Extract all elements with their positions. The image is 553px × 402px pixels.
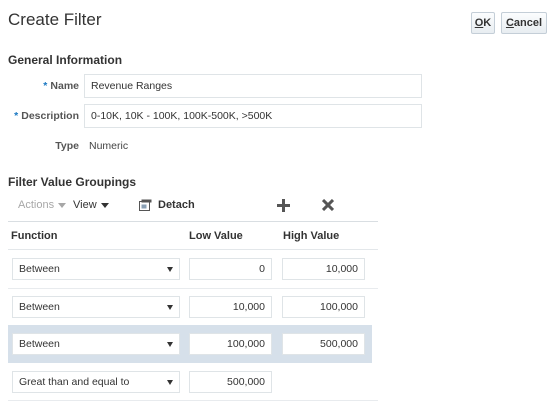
view-chevron-down-icon	[100, 202, 109, 208]
general-information-title: General Information	[8, 53, 123, 67]
low-value-input[interactable]: 10,000	[189, 296, 272, 318]
type-value: Numeric	[89, 140, 129, 152]
cancel-mnemonic: C	[505, 17, 514, 29]
high-value-input[interactable]: 10,000	[282, 258, 365, 280]
cancel-rest: ancel	[513, 17, 543, 29]
required-marker: *	[43, 80, 48, 92]
function-select[interactable]: Between	[12, 258, 180, 280]
high-value-input[interactable]: 500,000	[282, 333, 365, 355]
plus-icon	[277, 199, 290, 212]
close-icon	[322, 199, 334, 211]
column-header-high-value: High Value	[283, 230, 340, 242]
detach-icon	[139, 199, 152, 211]
chevron-down-icon	[167, 380, 173, 385]
description-field[interactable]: 0-10K, 10K - 100K, 100K-500K, >500K	[84, 104, 422, 128]
actions-label: Actions	[18, 199, 55, 211]
page-title: Create Filter	[8, 10, 102, 29]
function-value: Great than and equal to	[19, 376, 130, 388]
toolbar-divider	[8, 221, 378, 222]
low-value-input[interactable]: 0	[189, 258, 272, 280]
description-label-text: Description	[21, 110, 79, 122]
filter-value-groupings-title: Filter Value Groupings	[8, 175, 137, 189]
type-label: Type	[55, 140, 79, 152]
name-label: * Name	[20, 80, 79, 92]
actions-menu[interactable]: Actions	[18, 199, 67, 211]
description-label: * Description	[6, 110, 79, 122]
chevron-down-icon	[167, 305, 173, 310]
required-marker: *	[14, 110, 19, 122]
view-menu[interactable]: View	[73, 199, 109, 211]
function-value: Between	[19, 263, 60, 275]
function-select[interactable]: Between	[12, 333, 180, 355]
function-value: Between	[19, 338, 60, 350]
delete-row-button[interactable]	[322, 199, 334, 211]
row-divider	[8, 400, 378, 401]
actions-chevron-down-icon	[58, 202, 67, 208]
function-select[interactable]: Great than and equal to	[12, 371, 180, 393]
add-row-button[interactable]	[277, 199, 290, 212]
ok-mnemonic: O	[474, 17, 484, 29]
name-label-text: Name	[50, 80, 79, 92]
view-label: View	[73, 199, 97, 211]
column-header-function: Function	[11, 230, 58, 242]
function-select[interactable]: Between	[12, 296, 180, 318]
detach-label: Detach	[158, 199, 195, 211]
chevron-down-icon	[167, 342, 173, 347]
ok-rest: K	[483, 17, 492, 29]
function-value: Between	[19, 301, 60, 313]
high-value-input[interactable]: 100,000	[282, 296, 365, 318]
low-value-input[interactable]: 500,000	[189, 371, 272, 393]
detach-button[interactable]: Detach	[139, 199, 195, 211]
name-field[interactable]: Revenue Ranges	[84, 74, 422, 98]
low-value-input[interactable]: 100,000	[189, 333, 272, 355]
column-header-low-value: Low Value	[189, 230, 243, 242]
ok-button[interactable]: OK	[471, 12, 495, 34]
chevron-down-icon	[167, 267, 173, 272]
cancel-button[interactable]: Cancel	[501, 12, 547, 34]
